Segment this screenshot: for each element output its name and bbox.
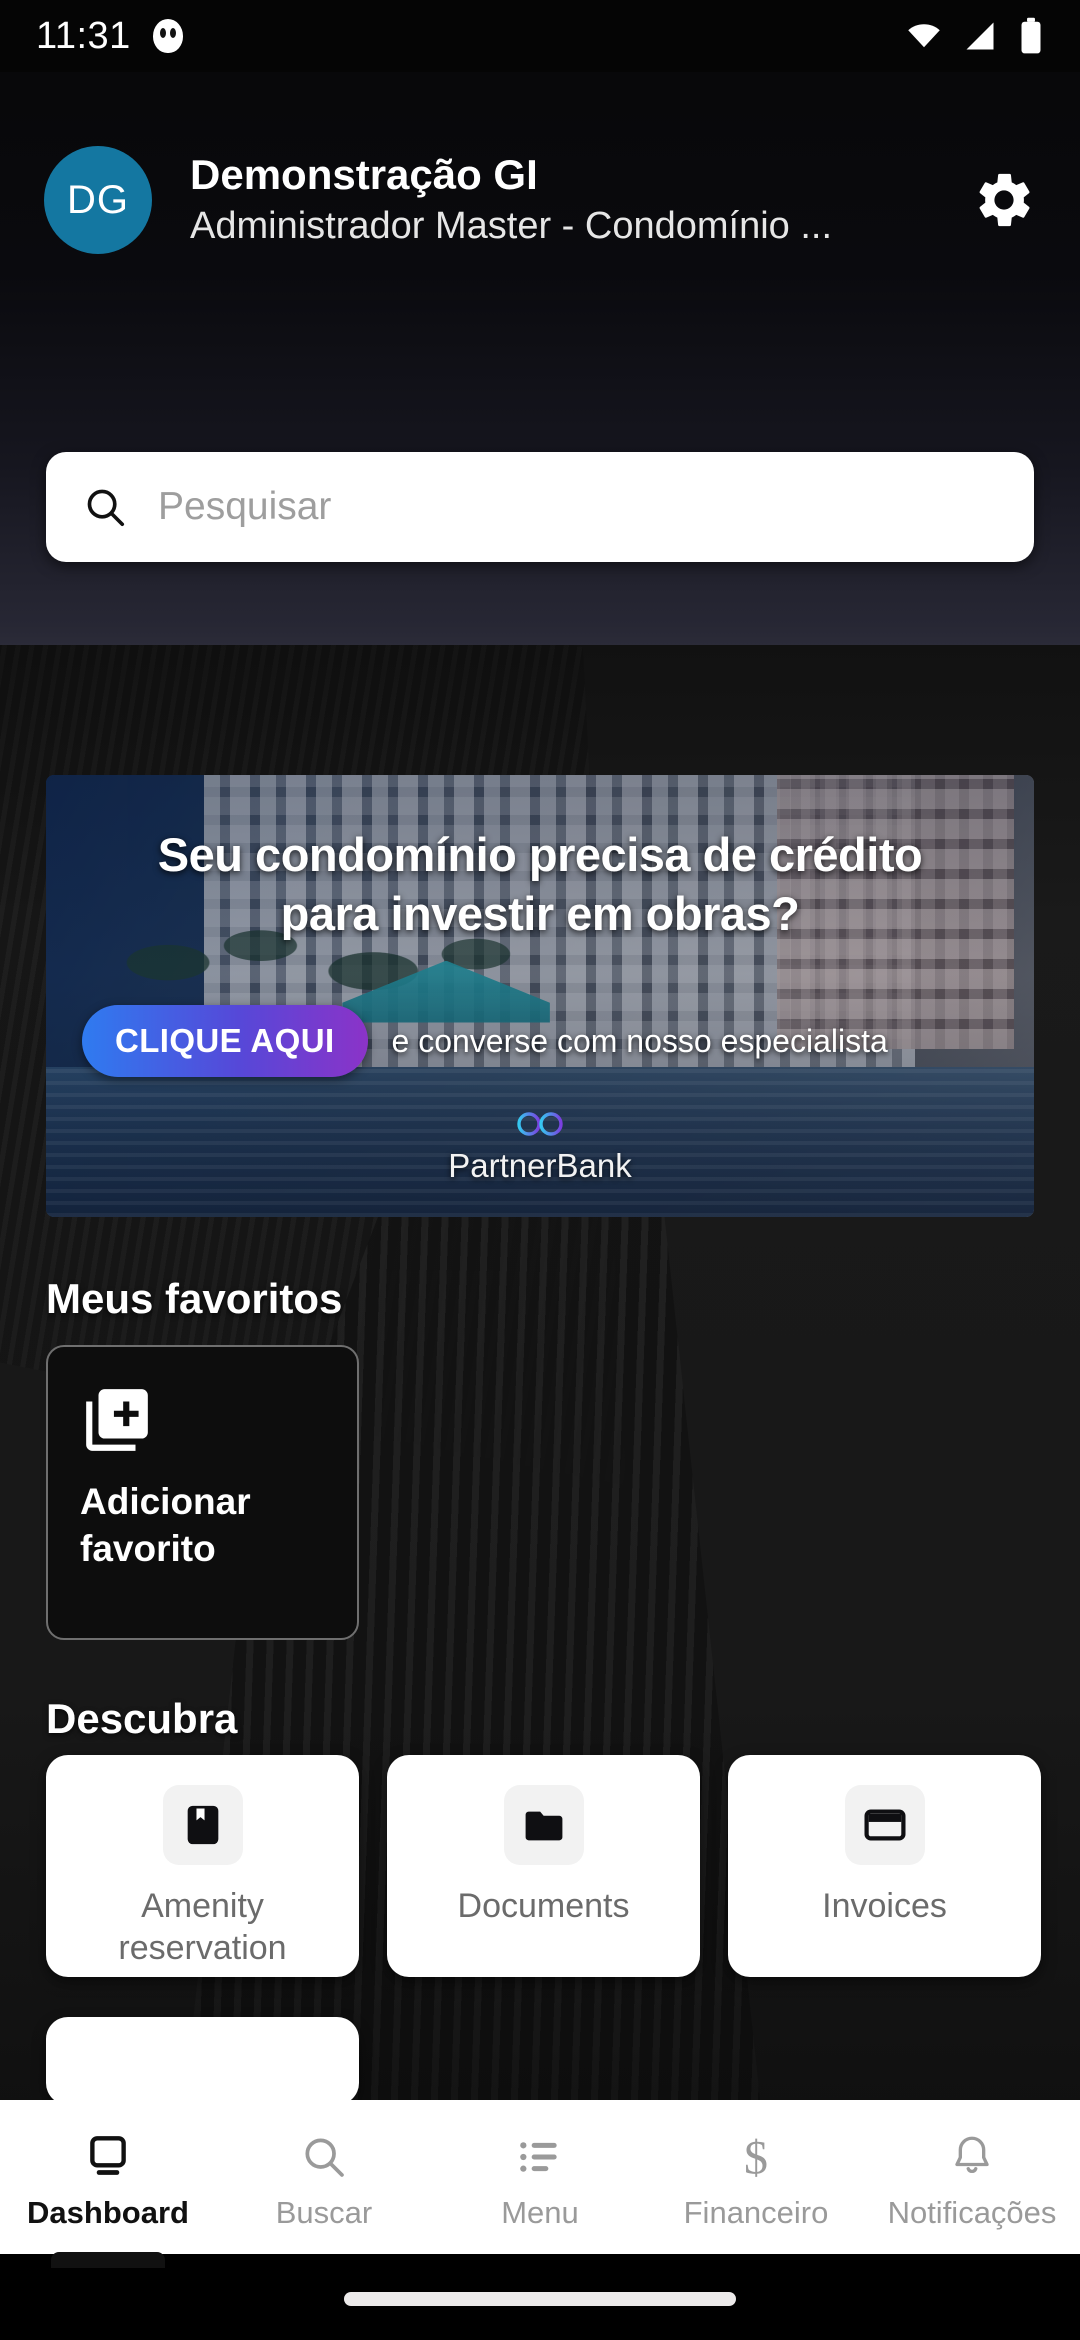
banner-headline-line2: para investir em obras? (280, 887, 800, 941)
wifi-icon (908, 24, 940, 48)
discover-icon-wrapper (844, 1785, 925, 1865)
avatar-initials: DG (67, 177, 129, 222)
discover-card-label: Invoices (822, 1887, 947, 1925)
banner-headline-line1: Seu condomínio precisa de crédito (157, 828, 923, 881)
status-time: 11:31 (36, 14, 131, 57)
home-indicator[interactable] (344, 2292, 736, 2306)
nav-label: Menu (501, 2195, 579, 2230)
discover-card-next-partial[interactable] (46, 2017, 359, 2105)
infinity-logo-icon (517, 1112, 563, 1136)
nav-label: Buscar (275, 2195, 373, 2230)
banner-brand: PartnerBank (46, 1109, 1034, 1185)
svg-text:$: $ (744, 2132, 768, 2182)
nav-item-dashboard[interactable]: Dashboard (0, 2100, 216, 2268)
bottom-navigation: Dashboard Buscar Menu $ Financeiro Notif… (0, 2100, 1080, 2268)
nav-label: Notificações (887, 2195, 1057, 2230)
page-title: Demonstração GI (190, 151, 538, 199)
dollar-icon: $ (728, 2129, 784, 2185)
status-bar: 11:31 (0, 0, 1080, 72)
nav-item-buscar[interactable]: Buscar (216, 2100, 432, 2254)
discover-card-amenity-reservation[interactable]: Amenity reservation (46, 1755, 359, 1977)
add-favorite-label: Adicionar favorito (80, 1479, 325, 1572)
discover-card-label: Documents (457, 1887, 630, 1925)
library-add-icon (86, 1389, 148, 1451)
status-bar-left: 11:31 (36, 15, 183, 58)
search-input[interactable]: Pesquisar (46, 452, 1034, 562)
favorites-list: Adicionar favorito (46, 1345, 359, 1640)
nav-item-financeiro[interactable]: $ Financeiro (648, 2100, 864, 2254)
list-menu-icon (512, 2129, 568, 2185)
main-content: Seu condomínio precisa de crédito para i… (0, 645, 1080, 2125)
nav-item-notificacoes[interactable]: Notificações (864, 2100, 1080, 2254)
header-text-block: Demonstração GI Administrador Master - C… (190, 150, 962, 249)
discover-card-documents[interactable]: Documents (387, 1755, 700, 1977)
add-favorite-label-line1: Adicionar (80, 1481, 251, 1522)
discover-icon-wrapper (162, 1785, 243, 1865)
favorites-section-title: Meus favoritos (46, 1275, 343, 1322)
bookmark-book-icon (187, 1805, 218, 1845)
nav-label: Financeiro (683, 2195, 829, 2230)
cat-notification-icon (152, 19, 183, 53)
nav-label: Dashboard (27, 2195, 189, 2230)
battery-icon (1021, 17, 1041, 54)
folder-icon (525, 1811, 562, 1841)
promo-banner[interactable]: Seu condomínio precisa de crédito para i… (46, 775, 1034, 1217)
add-favorite-card[interactable]: Adicionar favorito (46, 1345, 359, 1640)
gear-icon[interactable] (972, 168, 1036, 232)
banner-brand-name: PartnerBank (448, 1147, 632, 1184)
banner-headline: Seu condomínio precisa de crédito para i… (157, 825, 923, 943)
add-favorite-label-line2: favorito (80, 1527, 216, 1569)
discover-card-label: Amenity reservation (118, 1887, 287, 1968)
search-placeholder: Pesquisar (158, 485, 332, 528)
discover-list: Amenity reservation Documents Invoices (46, 1755, 1041, 1977)
nav-active-indicator (51, 2252, 165, 2268)
nav-item-menu[interactable]: Menu (432, 2100, 648, 2254)
search-icon (87, 489, 125, 527)
dashboard-icon (80, 2129, 136, 2185)
app-screen: 11:31 DG Demonstração GI Administrador M… (0, 0, 1080, 2340)
banner-cta-text: e converse com nosso especialista (391, 1022, 888, 1059)
signal-icon (966, 22, 994, 50)
discover-card-invoices[interactable]: Invoices (728, 1755, 1041, 1977)
discover-icon-wrapper (503, 1785, 584, 1865)
status-bar-right (906, 17, 1044, 55)
search-section: Pesquisar (0, 452, 1080, 562)
bell-icon (944, 2129, 1000, 2185)
search-icon (296, 2129, 352, 2185)
banner-cta-row: CLIQUE AQUI e converse com nosso especia… (46, 1005, 1034, 1078)
discover-section-title: Descubra (46, 1695, 238, 1742)
credit-card-icon (863, 1809, 906, 1841)
header-subtitle: Administrador Master - Condomínio ... (190, 204, 833, 247)
avatar[interactable]: DG (44, 146, 152, 254)
account-header[interactable]: DG Demonstração GI Administrador Master … (0, 140, 1080, 260)
clique-aqui-button[interactable]: CLIQUE AQUI (82, 1005, 368, 1078)
